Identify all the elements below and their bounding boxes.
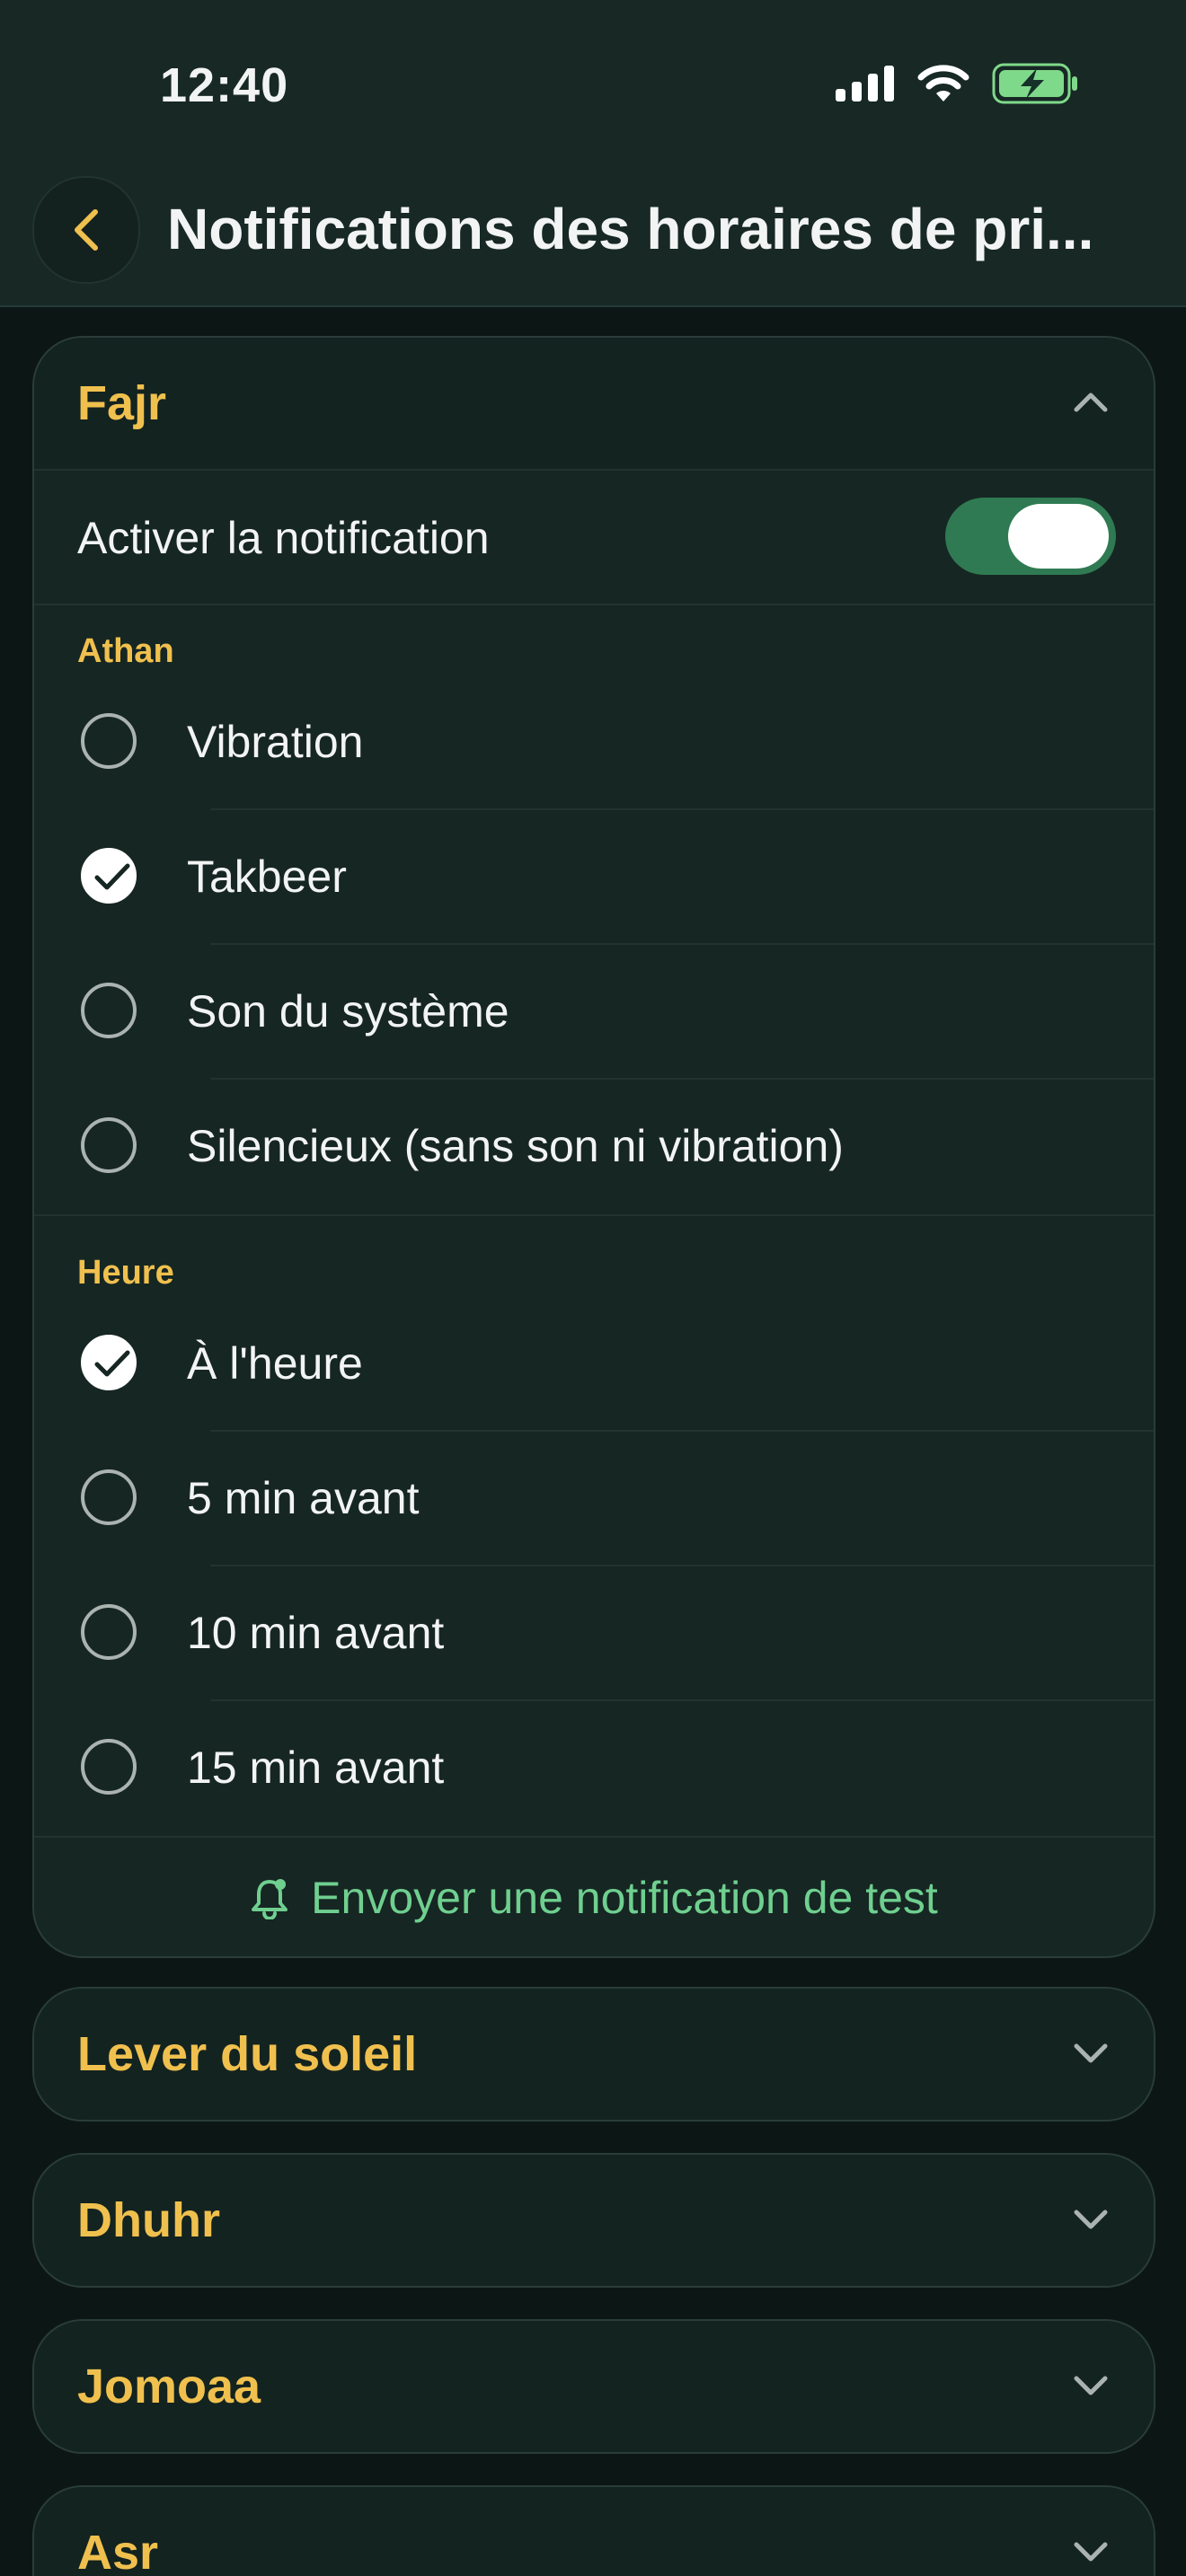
radio-button[interactable] <box>81 1739 137 1795</box>
athan-option-takbeer[interactable]: Takbeer <box>34 810 1154 945</box>
option-label: Silencieux (sans son ni vibration) <box>187 1121 844 1171</box>
battery-charging-icon <box>992 63 1077 104</box>
status-icons <box>836 63 1078 104</box>
prayer-card-fajr: Fajr Activer la notification Athan Vibra… <box>32 336 1155 1958</box>
time-section-header: Heure <box>34 1214 1154 1292</box>
option-label: 10 min avant <box>187 1608 445 1658</box>
asr-title: Asr <box>77 2526 159 2576</box>
athan-option-silent[interactable]: Silencieux (sans son ni vibration) <box>34 1080 1154 1214</box>
chevron-down-icon[interactable] <box>1071 2200 1111 2239</box>
prayer-card-jomoaa[interactable]: Jomoaa <box>32 2319 1155 2454</box>
option-label: Vibration <box>187 717 364 767</box>
sunrise-title: Lever du soleil <box>77 2027 418 2081</box>
time-option-on-time[interactable]: À l'heure <box>34 1297 1154 1432</box>
enable-notification-label: Activer la notification <box>77 513 490 563</box>
radio-button[interactable] <box>81 1469 137 1525</box>
wifi-icon <box>917 65 969 101</box>
athan-section-label: Athan <box>77 632 174 670</box>
radio-button[interactable] <box>81 713 137 769</box>
toggle-knob <box>1008 504 1109 569</box>
option-label: 15 min avant <box>187 1742 445 1793</box>
cellular-signal-icon <box>836 66 894 101</box>
bell-icon <box>252 1879 288 1919</box>
dhuhr-title: Dhuhr <box>77 2193 220 2247</box>
fajr-card-header[interactable]: Fajr <box>34 338 1154 469</box>
athan-option-system-sound[interactable]: Son du système <box>34 945 1154 1080</box>
prayer-card-dhuhr[interactable]: Dhuhr <box>32 2153 1155 2288</box>
checkmark-icon <box>94 1350 130 1377</box>
app-header: Notifications des horaires de pri... <box>0 171 1186 307</box>
chevron-down-icon[interactable] <box>1071 2366 1111 2405</box>
time-option-10-min[interactable]: 10 min avant <box>34 1566 1154 1701</box>
status-bar: 12:40 <box>0 0 1186 171</box>
page-title: Notifications des horaires de pri... <box>167 197 1094 261</box>
option-label: À l'heure <box>187 1338 363 1389</box>
option-label: 5 min avant <box>187 1473 420 1523</box>
jomoaa-title: Jomoaa <box>77 2360 261 2413</box>
send-test-notification-button[interactable]: Envoyer une notification de test <box>34 1836 1154 1956</box>
athan-section-header: Athan <box>34 604 1154 675</box>
enable-notification-row: Activer la notification <box>34 469 1154 604</box>
status-time: 12:40 <box>160 58 289 112</box>
back-button[interactable] <box>32 176 140 284</box>
radio-button-selected[interactable] <box>81 1335 137 1390</box>
fajr-title: Fajr <box>77 376 167 430</box>
time-section-label: Heure <box>77 1254 174 1292</box>
chevron-up-icon[interactable] <box>1071 383 1111 422</box>
option-label: Takbeer <box>187 851 347 902</box>
chevron-down-icon[interactable] <box>1071 2532 1111 2572</box>
send-test-notification-label: Envoyer une notification de test <box>311 1873 938 1923</box>
radio-button[interactable] <box>81 1117 137 1173</box>
time-option-5-min[interactable]: 5 min avant <box>34 1432 1154 1566</box>
enable-notification-toggle[interactable] <box>945 498 1116 575</box>
chevron-down-icon[interactable] <box>1071 2033 1111 2073</box>
radio-button[interactable] <box>81 1604 137 1660</box>
prayer-card-asr[interactable]: Asr <box>32 2485 1155 2576</box>
time-option-15-min[interactable]: 15 min avant <box>34 1701 1154 1836</box>
chevron-left-icon <box>75 209 98 251</box>
prayer-card-sunrise[interactable]: Lever du soleil <box>32 1987 1155 2122</box>
checkmark-icon <box>94 863 130 890</box>
radio-button[interactable] <box>81 983 137 1038</box>
athan-option-vibration[interactable]: Vibration <box>34 675 1154 810</box>
radio-button-selected[interactable] <box>81 848 137 904</box>
option-label: Son du système <box>187 986 509 1037</box>
